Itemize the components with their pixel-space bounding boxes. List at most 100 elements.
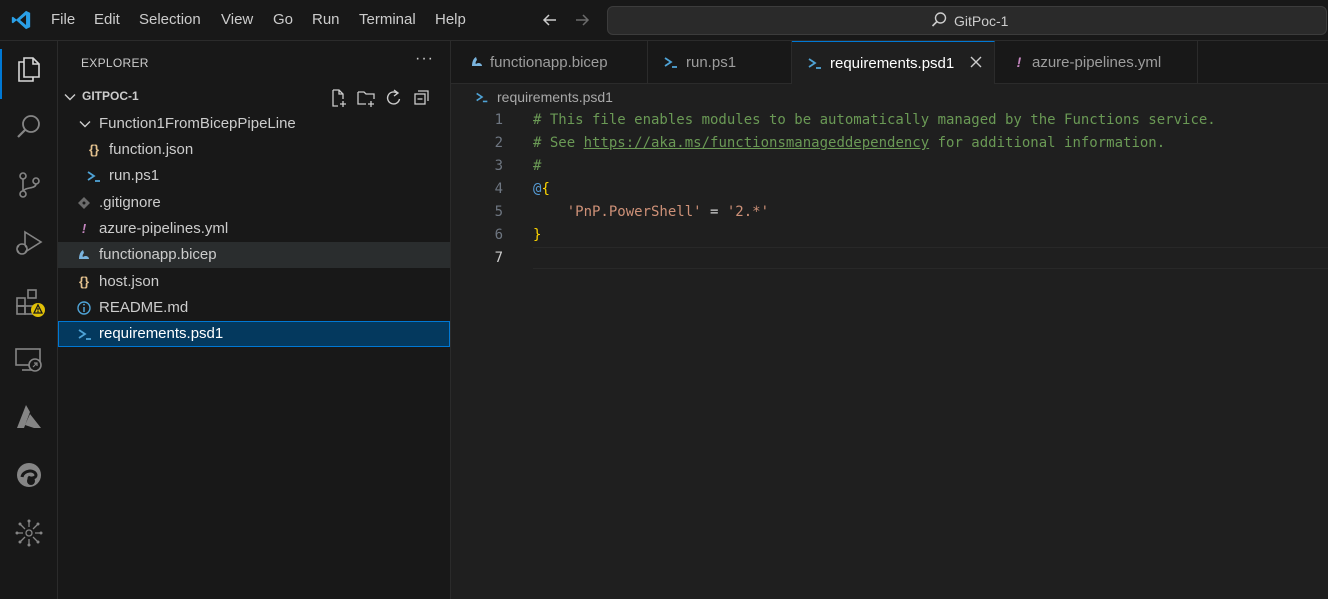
extensions-icon[interactable] xyxy=(13,285,45,317)
tree-item-readme[interactable]: README.md xyxy=(58,295,450,321)
tree-item-run-ps1[interactable]: run.ps1 xyxy=(58,163,450,189)
tree-item-label: .gitignore xyxy=(99,194,161,211)
line-number: 5 xyxy=(494,204,503,220)
vscode-logo-icon[interactable] xyxy=(10,9,32,31)
menu-edit[interactable]: Edit xyxy=(94,11,120,28)
code-text[interactable]: # xyxy=(533,158,541,174)
code-text[interactable]: } xyxy=(533,227,541,243)
code-editor[interactable]: requirements.psd1 1 # This file enables m… xyxy=(451,84,1328,599)
code-token: for additional information. xyxy=(929,135,1166,151)
collapse-all-icon[interactable] xyxy=(412,88,432,108)
code-token: = xyxy=(701,204,727,220)
tab-label: requirements.psd1 xyxy=(830,55,955,72)
command-center-search[interactable]: GitPoc-1 xyxy=(607,6,1327,35)
azure-icon[interactable] xyxy=(13,401,45,433)
code-token: # This file enables modules to be automa… xyxy=(533,112,1216,128)
explorer-sidebar: EXPLORER ··· GITPOC-1 Function1FromBicep… xyxy=(58,41,451,599)
more-actions-icon[interactable]: ··· xyxy=(415,50,434,68)
active-view-indicator xyxy=(0,49,2,99)
code-line[interactable]: 3 # xyxy=(451,155,1328,178)
tree-item-host-json[interactable]: {} host.json xyxy=(58,269,450,295)
json-file-icon: {} xyxy=(88,142,100,157)
title-bar: File Edit Selection View Go Run Terminal… xyxy=(0,0,1328,41)
menu-selection[interactable]: Selection xyxy=(139,11,201,28)
code-text[interactable]: 'PnP.PowerShell' = '2.*' xyxy=(533,204,769,220)
search-view-icon[interactable] xyxy=(13,111,45,143)
search-icon xyxy=(931,12,947,27)
tab-run-ps1[interactable]: run.ps1 xyxy=(648,41,792,83)
remote-explorer-icon[interactable] xyxy=(13,343,45,375)
tree-item-azure-pipelines[interactable]: ! azure-pipelines.yml xyxy=(58,216,450,242)
code-line[interactable]: 1 # This file enables modules to be autom… xyxy=(451,109,1328,132)
powershell-file-icon xyxy=(87,171,100,182)
yaml-file-icon: ! xyxy=(1016,54,1022,70)
chevron-down-icon xyxy=(79,121,91,128)
workspace-header[interactable]: GITPOC-1 xyxy=(58,84,450,110)
code-token: # xyxy=(533,158,542,174)
code-text[interactable]: @{ xyxy=(533,181,550,197)
line-number: 6 xyxy=(494,227,503,243)
tab-functionapp-bicep[interactable]: functionapp.bicep xyxy=(451,41,648,83)
menu-terminal[interactable]: Terminal xyxy=(359,11,416,28)
menu-run[interactable]: Run xyxy=(312,11,340,28)
tree-item-label: function.json xyxy=(109,141,194,158)
code-text[interactable]: # See https://aka.ms/functionsmanageddep… xyxy=(533,135,1165,151)
edge-devtools-icon[interactable] xyxy=(13,459,45,491)
code-line[interactable]: 5 'PnP.PowerShell' = '2.*' xyxy=(451,201,1328,224)
bicep-file-icon xyxy=(79,250,89,259)
line-number: 7 xyxy=(494,250,503,266)
code-line[interactable]: 2 # See https://aka.ms/functionsmanagedde… xyxy=(451,132,1328,155)
line-number: 1 xyxy=(494,112,503,128)
close-icon[interactable] xyxy=(967,53,985,71)
code-token: # See xyxy=(533,135,584,151)
menu-view[interactable]: View xyxy=(221,11,253,28)
info-file-icon xyxy=(77,301,91,315)
tree-item-functionapp-bicep[interactable]: functionapp.bicep xyxy=(58,242,450,268)
copilot-network-icon[interactable] xyxy=(13,517,45,549)
yaml-file-icon: ! xyxy=(81,221,87,236)
tree-item-folder[interactable]: Function1FromBicepPipeLine xyxy=(58,111,450,137)
tab-label: run.ps1 xyxy=(686,54,737,71)
workspace-name: GITPOC-1 xyxy=(82,89,139,103)
line-number: 4 xyxy=(494,181,503,197)
source-control-icon[interactable] xyxy=(13,169,45,201)
tab-requirements-psd1[interactable]: requirements.psd1 xyxy=(792,41,995,84)
new-file-icon[interactable] xyxy=(328,88,348,108)
command-center-label: GitPoc-1 xyxy=(954,13,1009,29)
bicep-file-icon xyxy=(472,57,482,66)
go-forward-icon[interactable] xyxy=(572,10,592,30)
code-line[interactable]: 6} xyxy=(451,224,1328,247)
code-token: 'PnP.PowerShell' xyxy=(566,204,702,220)
chevron-down-icon xyxy=(64,94,76,101)
code-line[interactable]: 7 xyxy=(451,247,1328,270)
code-line[interactable]: 4 @{ xyxy=(451,178,1328,201)
activity-bar xyxy=(0,41,58,599)
go-back-icon[interactable] xyxy=(540,10,560,30)
code-text[interactable]: # This file enables modules to be automa… xyxy=(533,112,1216,128)
powershell-file-icon xyxy=(78,329,91,340)
line-number: 3 xyxy=(494,158,503,174)
menu-go[interactable]: Go xyxy=(273,11,293,28)
powershell-file-icon xyxy=(476,92,488,103)
tree-item-label: functionapp.bicep xyxy=(99,246,217,263)
run-debug-icon[interactable] xyxy=(13,227,45,259)
menu-file[interactable]: File xyxy=(51,11,75,28)
explorer-icon[interactable] xyxy=(13,53,45,85)
tree-item-gitignore[interactable]: .gitignore xyxy=(58,190,450,216)
json-file-icon: {} xyxy=(78,274,90,289)
tab-label: azure-pipelines.yml xyxy=(1032,54,1162,71)
powershell-file-icon xyxy=(664,57,677,68)
breadcrumb[interactable]: requirements.psd1 xyxy=(497,89,613,105)
tree-item-label: README.md xyxy=(99,299,189,316)
menu-help[interactable]: Help xyxy=(435,11,466,28)
tree-item-requirements-psd1[interactable]: requirements.psd1 xyxy=(58,321,450,347)
tab-label: functionapp.bicep xyxy=(490,54,608,71)
refresh-icon[interactable] xyxy=(384,88,404,108)
tree-item-function-json[interactable]: {} function.json xyxy=(58,137,450,163)
tab-azure-pipelines[interactable]: ! azure-pipelines.yml xyxy=(995,41,1198,83)
code-link[interactable]: https://aka.ms/functionsmanageddependenc… xyxy=(584,135,930,151)
new-folder-icon[interactable] xyxy=(356,88,376,108)
code-token: } xyxy=(533,227,542,243)
editor-tab-bar: functionapp.bicep run.ps1 requirements.p… xyxy=(451,41,1328,84)
